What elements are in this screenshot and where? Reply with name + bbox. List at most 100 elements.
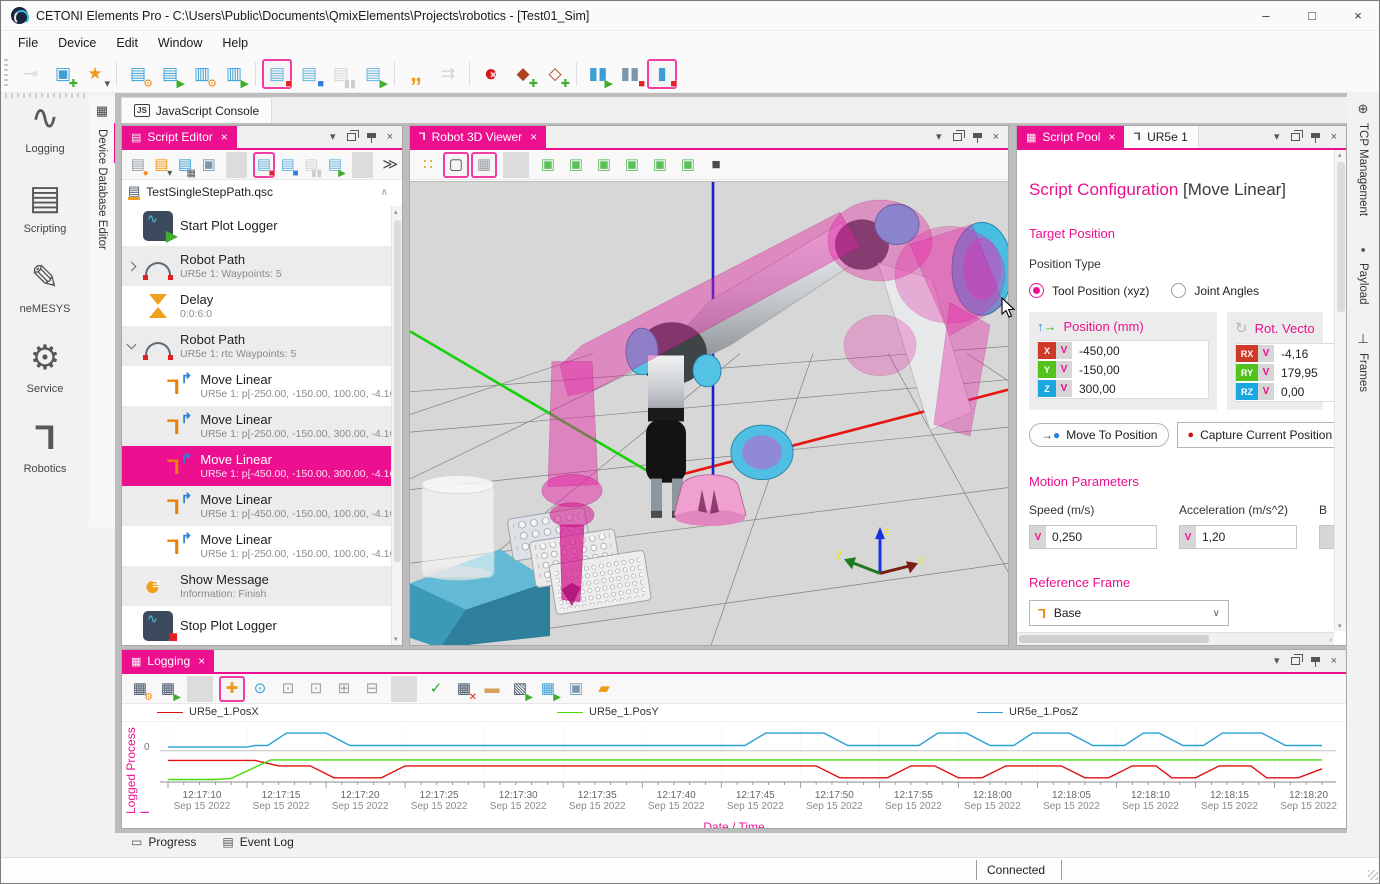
- sidebar-item[interactable]: ✎ neMESYS: [1, 257, 89, 315]
- view-left-button[interactable]: ▣: [591, 152, 617, 178]
- separator[interactable]: [352, 152, 374, 178]
- rotation-value[interactable]: 179,95: [1274, 366, 1334, 380]
- script-list-scrollbar[interactable]: ▴ ▾: [391, 206, 402, 645]
- variable-chip[interactable]: V: [1056, 380, 1072, 397]
- show-grid-button[interactable]: ▦: [471, 152, 497, 178]
- footer-tab[interactable]: ▤ Event Log: [222, 835, 293, 849]
- position-value[interactable]: -450,00: [1072, 344, 1208, 358]
- script-step-row[interactable]: Move Linear UR5e 1: p[-250.00, -150.00, …: [122, 406, 391, 446]
- start-device-button[interactable]: ▤ ▶: [155, 59, 185, 89]
- panel-pin-button[interactable]: [1311, 133, 1320, 138]
- menu-item[interactable]: Device: [49, 33, 105, 53]
- menu-item[interactable]: Edit: [107, 33, 147, 53]
- right-tab[interactable]: ⊥ Frames: [1357, 331, 1369, 392]
- scroll-up-icon[interactable]: ▴: [1338, 151, 1342, 159]
- disconnect-button[interactable]: ⊸: [16, 59, 46, 89]
- pan-tool-button[interactable]: ✚: [219, 676, 245, 702]
- zoom-auto-button[interactable]: ⊟: [359, 676, 385, 702]
- separator[interactable]: [255, 62, 256, 86]
- tab-close-icon[interactable]: ×: [221, 130, 228, 144]
- right-tab[interactable]: ⊕ TCP Management: [1357, 101, 1369, 216]
- zoom-fit-button[interactable]: ⊞: [331, 676, 357, 702]
- scroll-down-icon[interactable]: ▾: [1338, 622, 1342, 630]
- collapse-icon[interactable]: ∧: [381, 187, 388, 198]
- clear-plot-button[interactable]: ▦ ✕: [451, 676, 477, 702]
- script-step-row[interactable]: Robot Path UR5e 1: rtc Waypoints: 5: [122, 326, 391, 366]
- start-plant-button[interactable]: ▥ ▶: [219, 59, 249, 89]
- panel-menu-button[interactable]: ▾: [330, 132, 336, 143]
- separator[interactable]: [226, 152, 248, 178]
- menu-item[interactable]: Window: [149, 33, 211, 53]
- expand-chevron-icon[interactable]: [122, 344, 140, 348]
- new-script-button[interactable]: ▤ ●: [127, 152, 149, 178]
- rotation-value[interactable]: 0,00: [1274, 385, 1334, 399]
- scroll-up-icon[interactable]: ▴: [394, 208, 398, 216]
- script-step-row[interactable]: Show Message Information: Finish: [122, 566, 391, 606]
- pause-script-button[interactable]: ▤ ■: [294, 59, 324, 89]
- hold-script-button[interactable]: ▤ ▮▮: [326, 59, 356, 89]
- speed-field[interactable]: V 0,250: [1029, 525, 1157, 549]
- script-step-row[interactable]: Move Linear UR5e 1: p[-250.00, -150.00, …: [122, 526, 391, 566]
- variable-chip[interactable]: V: [1258, 383, 1274, 400]
- script-root-item[interactable]: ▤ TestSingleStepPath.qsc ∧: [122, 180, 402, 204]
- script-step-row[interactable]: Move Linear UR5e 1: p[-450.00, -150.00, …: [122, 446, 391, 486]
- view-front-button[interactable]: ▣: [647, 152, 673, 178]
- view-back-button[interactable]: ▣: [675, 152, 701, 178]
- stop-script-button[interactable]: ▤ ■: [253, 152, 275, 178]
- zoom-out-box-button[interactable]: ⊡: [275, 676, 301, 702]
- sidebar-item[interactable]: ∿ Logging: [1, 97, 89, 155]
- pause-script-button[interactable]: ▤ ■: [277, 152, 299, 178]
- acceleration-field[interactable]: V 1,20: [1179, 525, 1297, 549]
- sidebar-item[interactable]: ⚙ Service: [1, 337, 89, 395]
- separator[interactable]: [469, 62, 470, 86]
- tab-script-pool[interactable]: ▦ Script Pool ×: [1017, 126, 1124, 148]
- separator[interactable]: [503, 152, 529, 178]
- scrollbar-thumb[interactable]: [1019, 635, 1209, 643]
- show-origin-button[interactable]: ∷: [415, 152, 441, 178]
- tab-ur5e-1[interactable]: Γ UR5e 1: [1124, 126, 1198, 148]
- run-script-button[interactable]: ▤ ▶: [358, 59, 388, 89]
- close-button[interactable]: ×: [1335, 1, 1380, 30]
- move-to-position-button[interactable]: →● Move To Position: [1029, 423, 1169, 447]
- panel-float-button[interactable]: [953, 133, 962, 141]
- right-tab[interactable]: ▪ Payload: [1357, 242, 1369, 305]
- speed-value[interactable]: 0,250: [1046, 530, 1156, 544]
- panel-close-button[interactable]: ×: [993, 132, 999, 143]
- save-script-as-button[interactable]: ▤ ▦: [174, 152, 196, 178]
- stop-script-button[interactable]: ▤ ■: [262, 59, 292, 89]
- plot-area[interactable]: [156, 724, 1342, 795]
- tab-close-icon[interactable]: ×: [198, 654, 205, 668]
- variable-chip[interactable]: V: [1180, 526, 1196, 548]
- favorites-button[interactable]: ★ ▾: [80, 59, 110, 89]
- legend-item[interactable]: UR5e_1.PosY: [557, 706, 659, 718]
- device-database-editor-tab[interactable]: ▦ Device Database Editor: [89, 97, 115, 527]
- hold-script-button[interactable]: ▤ ▮▮: [300, 152, 322, 178]
- export-data-button[interactable]: ▦ ▶: [535, 676, 561, 702]
- tab-logging[interactable]: ▦ Logging ×: [122, 650, 214, 672]
- step-over-button[interactable]: ⇉: [433, 59, 463, 89]
- zoom-tool-button[interactable]: ⊙: [247, 676, 273, 702]
- script-pool-hscrollbar[interactable]: ›: [1017, 632, 1334, 645]
- variable-chip[interactable]: V: [1258, 364, 1274, 381]
- panel-menu-button[interactable]: ▾: [1274, 132, 1280, 143]
- configure-plant-button[interactable]: ▥ ⚙: [187, 59, 217, 89]
- panel-menu-button[interactable]: ▾: [936, 132, 942, 143]
- variable-chip[interactable]: V: [1258, 345, 1274, 362]
- add-project-button[interactable]: ▣ ✚: [48, 59, 78, 89]
- position-value[interactable]: -150,00: [1072, 363, 1208, 377]
- scrollbar-thumb[interactable]: [1337, 162, 1345, 312]
- sidebar-item[interactable]: ▤ Scripting: [1, 177, 89, 235]
- reference-frame-select[interactable]: Γ Base ∨: [1029, 600, 1229, 626]
- panel-close-button[interactable]: ×: [1331, 132, 1337, 143]
- dose-all-syringes-button[interactable]: ▮▮ ▶: [583, 59, 613, 89]
- wireframe-view-button[interactable]: ▢: [443, 152, 469, 178]
- separator[interactable]: [576, 62, 577, 86]
- maximize-button[interactable]: □: [1289, 1, 1335, 30]
- variable-chip[interactable]: V: [1056, 361, 1072, 378]
- sidebar-item[interactable]: Γ Robotics: [1, 417, 89, 475]
- save-log-button[interactable]: ▣: [563, 676, 589, 702]
- tab-robot-3d-viewer[interactable]: Γ Robot 3D Viewer ×: [410, 126, 546, 148]
- script-step-row[interactable]: Stop Plot Logger: [122, 606, 391, 645]
- capture-current-position-button[interactable]: ● Capture Current Position: [1177, 422, 1334, 448]
- scrollbar-thumb[interactable]: [394, 220, 401, 562]
